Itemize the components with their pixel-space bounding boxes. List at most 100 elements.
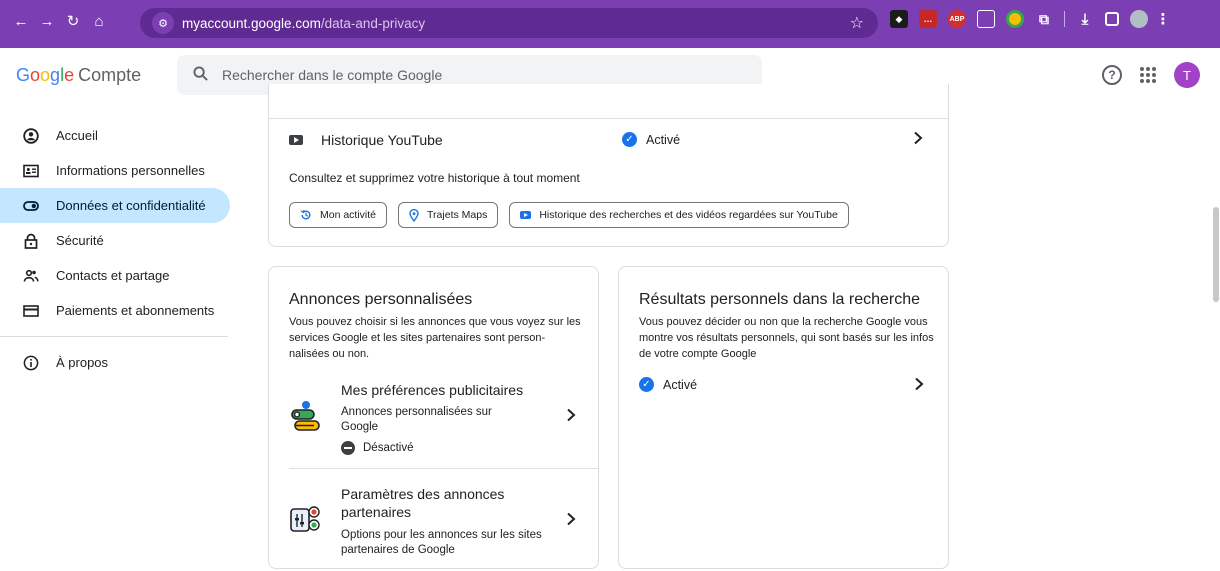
off-status-icon [341, 441, 355, 455]
card-title: Annonces personnalisées [289, 291, 473, 308]
reload-button[interactable]: ↻ [60, 8, 86, 34]
my-activity-chip[interactable]: Mon activité [289, 202, 388, 228]
url-host: myaccount.google.com [182, 15, 321, 31]
lock-icon [22, 233, 40, 249]
history-card: Historique YouTube ✓ Activé Consultez et… [268, 84, 949, 247]
forward-button[interactable]: → [34, 8, 60, 34]
youtube-history-row[interactable]: Historique YouTube [289, 132, 443, 148]
sidebar-item-contacts[interactable]: Contacts et partage [0, 258, 230, 293]
sidebar-item-label: À propos [56, 355, 109, 370]
youtube-icon [289, 135, 303, 145]
divider [289, 468, 599, 469]
chevron-right-icon[interactable] [912, 129, 924, 150]
ad-preferences-title: Mes préférences publicitaires [341, 382, 524, 398]
bookmark-star-icon[interactable]: ☆ [850, 13, 864, 33]
sidebar-item-label: Accueil [56, 128, 98, 143]
browser-menu-icon[interactable]: ⋮ [1156, 10, 1171, 28]
partner-ads-title: Paramètres des annonces partenaires [341, 486, 505, 520]
status-label: Activé [646, 132, 681, 147]
profile-icon[interactable] [1130, 10, 1148, 28]
back-button[interactable]: ← [8, 8, 34, 34]
logo-letter: o [30, 65, 41, 85]
credit-card-icon [22, 303, 40, 319]
card-description: Vous pouvez décider ou non que la recher… [639, 316, 934, 360]
sidebar-item-a-propos[interactable]: À propos [0, 345, 230, 380]
youtube-history-chip[interactable]: Historique des recherches et des vidéos … [509, 202, 849, 228]
sidebar-item-label: Sécurité [56, 233, 104, 248]
sidebar-item-label: Paiements et abonnements [56, 303, 215, 318]
help-icon[interactable]: ? [1102, 65, 1122, 85]
partner-ads-description: Options pour les annonces sur les sites … [341, 529, 542, 556]
adblock-icon[interactable]: ABP [948, 10, 966, 28]
youtube-history-title: Historique YouTube [321, 132, 443, 148]
avatar[interactable]: T [1174, 62, 1200, 88]
sidebar-item-label: Données et confidentialité [56, 198, 206, 213]
map-pin-icon [409, 208, 419, 222]
chevron-right-icon[interactable] [913, 375, 925, 396]
toolbar-separator [1064, 11, 1065, 27]
maps-timeline-chip[interactable]: Trajets Maps [398, 202, 499, 228]
card-description: Vous pouvez choisir si les annonces que … [289, 316, 581, 360]
people-icon [22, 268, 40, 284]
info-icon [22, 355, 40, 371]
status-label: Activé [663, 377, 698, 392]
chevron-right-icon[interactable] [565, 406, 577, 427]
personal-results-card: Résultats personnels dans la recherche V… [618, 266, 949, 569]
chevron-right-icon[interactable] [565, 510, 577, 531]
search-input[interactable]: Rechercher dans le compte Google [222, 67, 442, 83]
google-apps-icon[interactable] [1140, 67, 1156, 83]
page-scrollbar[interactable] [1213, 207, 1219, 302]
extensions-puzzle-icon[interactable]: ⧉ [1035, 10, 1053, 28]
chip-label: Historique des recherches et des vidéos … [539, 209, 838, 221]
sidebar-item-informations[interactable]: Informations personnelles [0, 153, 230, 188]
history-description: Consultez et supprimez votre historique … [289, 171, 580, 185]
ad-preferences-status: Désactivé [341, 441, 414, 455]
extension-circle-icon[interactable] [1006, 10, 1024, 28]
account-circle-icon [22, 127, 40, 144]
extension-shield-icon[interactable]: ◆ [890, 10, 908, 28]
partner-ads-illustration-icon [289, 503, 321, 540]
ad-preferences-description: Annonces personnalisées sur Google [341, 406, 492, 433]
url-path: /data-and-privacy [320, 15, 426, 31]
personal-results-status[interactable]: ✓ Activé [639, 377, 697, 392]
extension-screen-icon[interactable] [977, 10, 995, 28]
url-text: myaccount.google.com/data-and-privacy [182, 16, 425, 31]
id-card-icon [22, 163, 40, 179]
side-panel-icon[interactable] [1105, 12, 1119, 26]
download-icon[interactable]: ⤓ [1076, 10, 1094, 28]
sidebar-item-label: Informations personnelles [56, 163, 205, 178]
sidebar-item-accueil[interactable]: Accueil [0, 118, 230, 153]
product-name: Compte [78, 65, 142, 85]
ad-preferences-illustration-icon [289, 400, 323, 439]
home-button[interactable]: ⌂ [86, 8, 112, 34]
logo-letter: e [64, 65, 75, 85]
check-circle-icon: ✓ [639, 377, 654, 392]
history-icon [300, 209, 312, 221]
personalized-ads-card: Annonces personnalisées Vous pouvez choi… [268, 266, 599, 569]
sidebar-item-label: Contacts et partage [56, 268, 170, 283]
search-icon [193, 65, 208, 85]
logo-letter: G [16, 65, 31, 85]
extension-red-icon[interactable]: … [919, 10, 937, 28]
address-bar[interactable]: ⚙ myaccount.google.com/data-and-privacy … [140, 8, 878, 38]
youtube-icon [520, 211, 532, 219]
site-settings-icon[interactable]: ⚙ [152, 12, 174, 34]
extensions-bar: ◆ … ABP ⧉ ⤓ ⋮ [890, 10, 1171, 28]
ad-preferences-item[interactable]: Mes préférences publicitaires Annonces p… [289, 380, 589, 470]
status-label: Désactivé [363, 442, 414, 454]
toggle-icon [22, 198, 40, 214]
logo-letter: g [50, 65, 61, 85]
youtube-history-status: ✓ Activé [622, 132, 680, 147]
check-circle-icon: ✓ [622, 132, 637, 147]
google-account-logo[interactable]: Google Compte [16, 65, 141, 86]
chip-label: Mon activité [320, 209, 377, 221]
sidebar-item-paiements[interactable]: Paiements et abonnements [0, 293, 230, 328]
partner-ads-settings-item[interactable]: Paramètres des annonces partenaires Opti… [289, 483, 589, 563]
logo-letter: o [40, 65, 51, 85]
chip-label: Trajets Maps [427, 209, 488, 221]
sidebar-divider [0, 336, 228, 337]
sidebar-item-donnees[interactable]: Données et confidentialité [0, 188, 230, 223]
sidebar-item-securite[interactable]: Sécurité [0, 223, 230, 258]
sidebar-nav: Accueil Informations personnelles Donnée… [0, 118, 230, 380]
history-row-partial[interactable] [269, 84, 948, 119]
